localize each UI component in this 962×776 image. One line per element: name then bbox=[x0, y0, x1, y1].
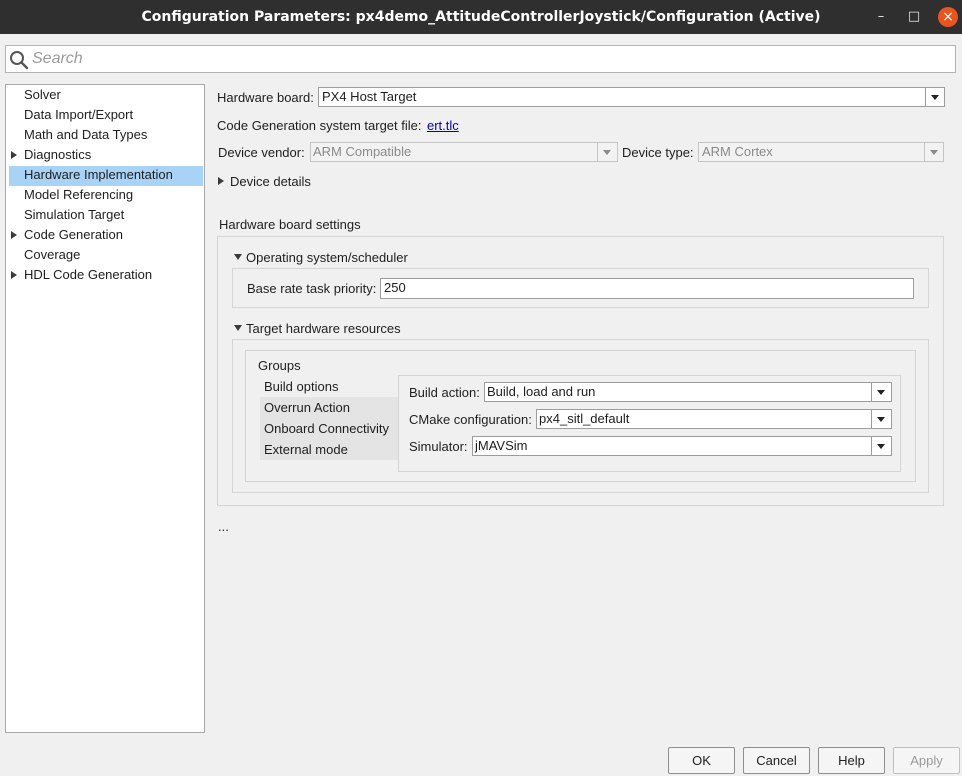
more-ellipsis: ... bbox=[218, 519, 229, 534]
base-rate-value: 250 bbox=[384, 280, 406, 295]
chevron-down-icon bbox=[924, 142, 944, 162]
ok-button[interactable]: OK bbox=[668, 747, 735, 774]
search-icon bbox=[10, 51, 29, 70]
chevron-down-icon[interactable] bbox=[925, 87, 945, 107]
device-details-toggle[interactable]: Device details bbox=[230, 174, 311, 189]
base-rate-input[interactable] bbox=[380, 278, 914, 299]
tree-item-data-import-export[interactable]: Data Import/Export bbox=[24, 105, 133, 125]
apply-button: Apply bbox=[893, 747, 960, 774]
window-title: Configuration Parameters: px4demo_Attitu… bbox=[141, 9, 821, 25]
simulator-label: Simulator: bbox=[409, 439, 468, 454]
maximize-icon[interactable]: □ bbox=[904, 7, 924, 27]
chevron-down-icon bbox=[597, 142, 617, 162]
simulator-value: jMAVSim bbox=[475, 438, 528, 453]
search-input[interactable] bbox=[5, 45, 956, 73]
codegen-target-link[interactable]: ert.tlc bbox=[427, 118, 459, 133]
collapse-arrow-icon[interactable] bbox=[234, 254, 242, 260]
codegen-target-label: Code Generation system target file: bbox=[217, 118, 422, 133]
tree-item-math-data-types[interactable]: Math and Data Types bbox=[24, 125, 147, 145]
build-action-value: Build, load and run bbox=[487, 384, 596, 399]
expand-arrow-icon[interactable] bbox=[11, 231, 17, 239]
close-icon[interactable]: × bbox=[938, 7, 958, 27]
group-item-build-options[interactable]: Build options bbox=[260, 376, 399, 397]
base-rate-label: Base rate task priority: bbox=[247, 281, 377, 296]
groups-label: Groups bbox=[258, 358, 301, 373]
group-item-overrun-action[interactable]: Overrun Action bbox=[260, 397, 399, 418]
group-item-external-mode[interactable]: External mode bbox=[260, 439, 399, 460]
tree-item-diagnostics[interactable]: Diagnostics bbox=[24, 145, 91, 165]
target-resources-section[interactable]: Target hardware resources bbox=[246, 321, 401, 336]
expand-arrow-icon[interactable] bbox=[11, 271, 17, 279]
tree-item-model-referencing[interactable]: Model Referencing bbox=[24, 185, 133, 205]
cancel-button[interactable]: Cancel bbox=[743, 747, 810, 774]
expand-arrow-icon[interactable] bbox=[11, 151, 17, 159]
device-vendor-label: Device vendor: bbox=[218, 145, 305, 160]
cmake-config-value: px4_sitl_default bbox=[539, 411, 630, 426]
tree-item-solver[interactable]: Solver bbox=[24, 85, 61, 105]
hardware-board-label: Hardware board: bbox=[217, 90, 314, 105]
chevron-down-icon[interactable] bbox=[871, 382, 891, 402]
board-settings-title: Hardware board settings bbox=[219, 217, 361, 232]
tree-item-hdl-code-generation[interactable]: HDL Code Generation bbox=[24, 265, 152, 285]
group-item-onboard-connectivity[interactable]: Onboard Connectivity bbox=[260, 418, 399, 439]
simulator-select[interactable] bbox=[472, 436, 892, 456]
tree-item-code-generation[interactable]: Code Generation bbox=[24, 225, 123, 245]
device-type-value: ARM Cortex bbox=[702, 144, 773, 159]
minimize-icon[interactable]: – bbox=[871, 7, 891, 27]
os-scheduler-section[interactable]: Operating system/scheduler bbox=[246, 250, 408, 265]
device-type-label: Device type: bbox=[622, 145, 694, 160]
cmake-config-label: CMake configuration: bbox=[409, 412, 532, 427]
tree-item-simulation-target[interactable]: Simulation Target bbox=[24, 205, 124, 225]
build-action-label: Build action: bbox=[409, 385, 480, 400]
search-placeholder: Search bbox=[32, 50, 83, 67]
device-vendor-value: ARM Compatible bbox=[313, 144, 412, 159]
collapse-arrow-icon[interactable] bbox=[234, 325, 242, 331]
chevron-down-icon[interactable] bbox=[871, 409, 891, 429]
help-button[interactable]: Help bbox=[818, 747, 885, 774]
tree-item-hardware-implementation[interactable]: Hardware Implementation bbox=[24, 165, 173, 185]
expand-arrow-icon[interactable] bbox=[218, 177, 224, 185]
chevron-down-icon[interactable] bbox=[871, 436, 891, 456]
hardware-board-value: PX4 Host Target bbox=[322, 89, 417, 104]
tree-item-coverage[interactable]: Coverage bbox=[24, 245, 80, 265]
